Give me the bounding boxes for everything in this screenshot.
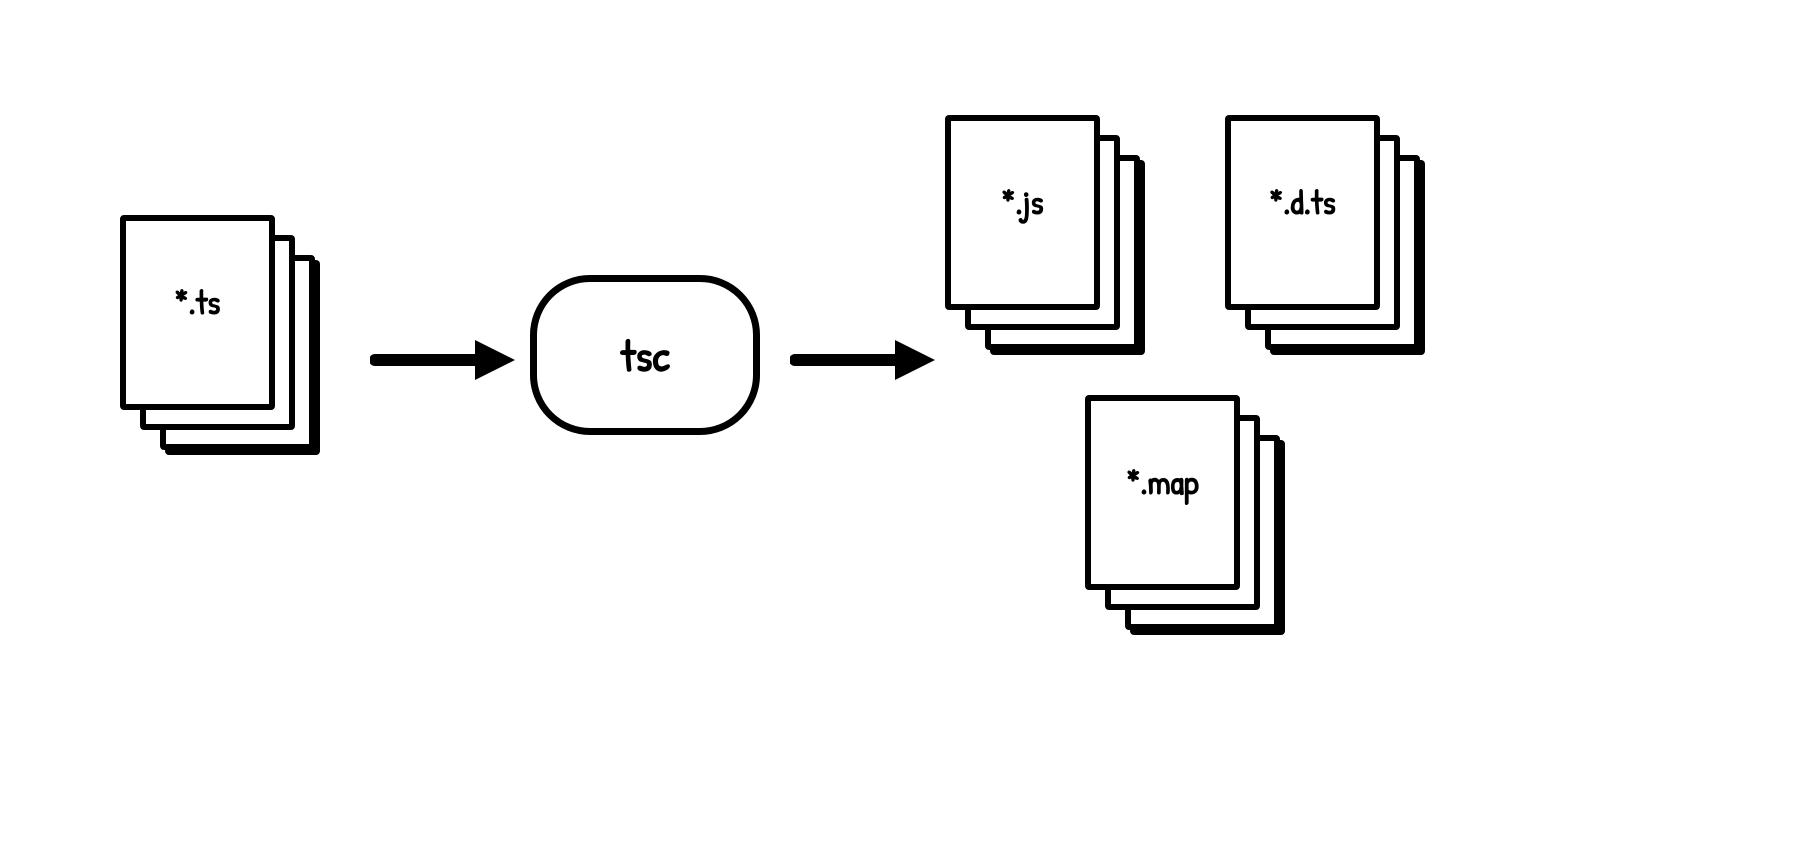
output-js-label: *.js <box>951 179 1094 225</box>
processor-node: tsc <box>530 275 760 435</box>
input-files-stack: *.ts <box>120 215 320 455</box>
output-dts-stack: *.d.ts <box>1225 115 1425 355</box>
file-sheet: *.d.ts <box>1225 115 1380 310</box>
file-sheet: *.map <box>1085 395 1240 590</box>
arrow-icon <box>790 330 940 390</box>
file-sheet: *.ts <box>120 215 275 410</box>
file-sheet: *.js <box>945 115 1100 310</box>
arrow-icon <box>370 330 520 390</box>
output-dts-label: *.d.ts <box>1231 179 1374 225</box>
output-map-stack: *.map <box>1085 395 1285 635</box>
input-files-label: *.ts <box>126 279 269 325</box>
processor-label: tsc <box>620 325 669 385</box>
output-map-label: *.map <box>1091 459 1234 505</box>
output-js-stack: *.js <box>945 115 1145 355</box>
